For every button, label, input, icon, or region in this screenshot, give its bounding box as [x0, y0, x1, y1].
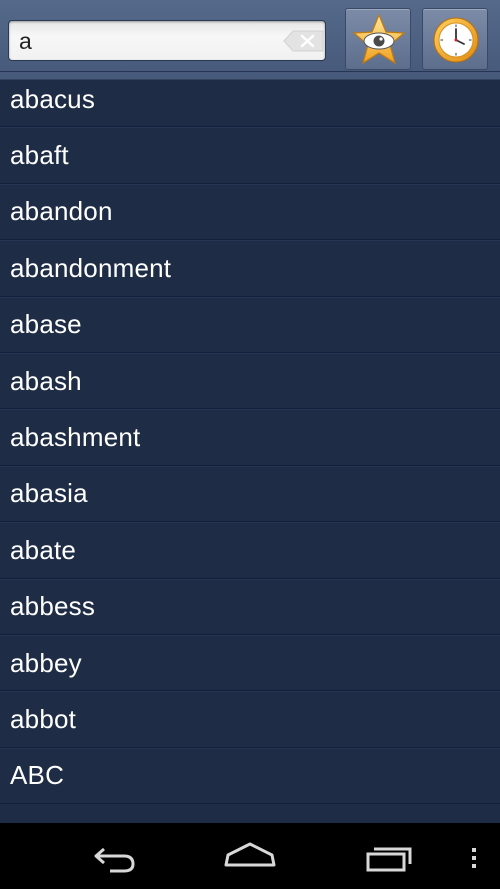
favorites-button[interactable]: [345, 8, 411, 70]
list-item[interactable]: abacus: [0, 71, 500, 128]
home-button[interactable]: [218, 823, 282, 889]
word-label: abandon: [10, 196, 113, 227]
back-button[interactable]: [80, 823, 144, 889]
history-button[interactable]: [422, 8, 488, 70]
list-item[interactable]: abash: [0, 352, 500, 410]
word-label: abandonment: [10, 252, 172, 283]
clock-icon: [433, 17, 479, 63]
overflow-menu-icon: [472, 848, 476, 868]
recent-apps-icon: [366, 847, 412, 872]
list-item[interactable]: abbot: [0, 691, 500, 748]
list-item[interactable]: ABC: [0, 747, 500, 805]
home-icon: [224, 842, 276, 867]
clear-text-icon[interactable]: [283, 30, 325, 52]
word-label: abbey: [10, 647, 82, 678]
recent-apps-button[interactable]: [358, 823, 422, 889]
list-item[interactable]: abase: [0, 296, 500, 353]
word-label: ABC: [10, 760, 65, 791]
word-label: abbot: [10, 703, 77, 734]
word-label: abate: [10, 534, 77, 565]
list-item[interactable]: abbey: [0, 634, 500, 692]
list-item[interactable]: abate: [0, 522, 500, 579]
list-item[interactable]: abaft: [0, 127, 500, 184]
top-toolbar: [0, 0, 500, 80]
word-label: abasia: [10, 478, 88, 509]
word-label: abashment: [10, 422, 141, 453]
star-eye-icon: [352, 13, 406, 65]
list-item[interactable]: abandonment: [0, 240, 500, 297]
word-list: abacus abaft abandon abandonment abase a…: [0, 71, 500, 805]
search-box[interactable]: [8, 20, 326, 61]
word-label: abaft: [10, 140, 69, 171]
system-navigation-bar: [0, 823, 500, 889]
back-icon: [94, 847, 135, 873]
list-item[interactable]: abbess: [0, 578, 500, 635]
list-item[interactable]: abandon: [0, 183, 500, 241]
word-label: abacus: [10, 83, 96, 114]
search-input[interactable]: [19, 24, 269, 58]
word-label: abbess: [10, 591, 96, 622]
overflow-menu-button[interactable]: [460, 823, 488, 889]
list-item[interactable]: abasia: [0, 465, 500, 523]
word-label: abase: [10, 309, 82, 340]
word-label: abash: [10, 365, 82, 396]
list-item[interactable]: abashment: [0, 409, 500, 466]
